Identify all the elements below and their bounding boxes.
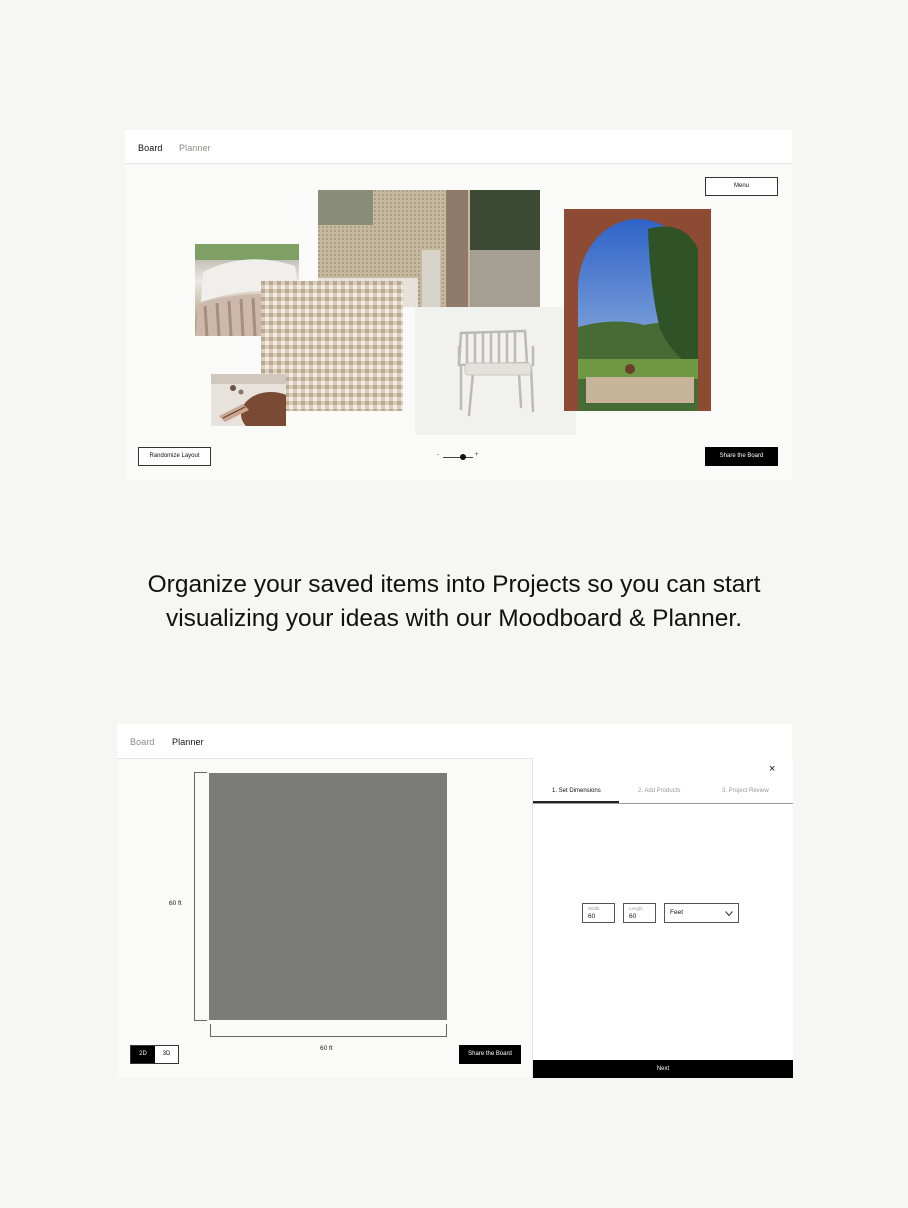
menu-button[interactable]: Menu — [705, 177, 778, 196]
unit-select-value: Feet — [670, 909, 684, 916]
close-icon[interactable]: × — [769, 764, 775, 775]
width-dimension-label: 60 ft — [320, 1045, 333, 1052]
headline-line-1: Organize your saved items into Projects … — [147, 571, 761, 598]
tab-planner[interactable]: Planner — [172, 737, 204, 747]
zoom-handle[interactable] — [460, 454, 466, 460]
moodboard-tabbar: Board Planner — [125, 130, 792, 164]
width-field[interactable]: Width 60 — [582, 903, 615, 923]
headline: Organize your saved items into Projects … — [0, 568, 908, 636]
length-field-label: Length — [629, 906, 643, 911]
width-field-label: Width — [588, 906, 600, 911]
width-bracket — [210, 1024, 447, 1037]
table-photo — [211, 374, 286, 426]
headline-line-2: visualizing your ideas with our Moodboar… — [165, 605, 743, 632]
length-field-value: 60 — [629, 913, 637, 920]
height-dimension-label: 60 ft — [169, 900, 182, 907]
moodboard-image-table[interactable] — [211, 374, 286, 426]
page: { "board_panel": { "tabs": [ {"label": "… — [0, 0, 908, 1208]
moodboard-image-chair[interactable] — [415, 307, 576, 435]
width-field-value: 60 — [588, 913, 596, 920]
zoom-track[interactable] — [443, 457, 473, 458]
tab-planner[interactable]: Planner — [179, 143, 211, 153]
zoom-out-button[interactable]: - — [437, 452, 439, 458]
step-tab-add-products[interactable]: 2. Add Products — [638, 788, 680, 794]
tab-board[interactable]: Board — [138, 143, 163, 153]
zoom-slider[interactable]: - + — [437, 451, 481, 463]
planner-sidebar: × 1. Set Dimensions 2. Add Products 3. P… — [532, 758, 793, 1078]
planner-share-board-button[interactable]: Share the Board — [459, 1045, 521, 1064]
randomize-layout-button[interactable]: Randomize Layout — [138, 447, 211, 466]
zoom-in-button[interactable]: + — [475, 452, 479, 458]
planner-panel: Board Planner 60 ft 60 ft 2D 3D Share th… — [117, 724, 793, 1078]
length-field[interactable]: Length 60 — [623, 903, 656, 923]
step-active-indicator — [533, 801, 619, 803]
step-tab-set-dimensions[interactable]: 1. Set Dimensions — [552, 788, 601, 794]
planner-tabbar: Board Planner — [117, 724, 792, 759]
tab-board[interactable]: Board — [130, 737, 155, 747]
view-toggle: 2D 3D — [130, 1045, 179, 1064]
chair-photo — [457, 329, 535, 417]
arch-photo — [564, 209, 711, 411]
view-2d-button[interactable]: 2D — [131, 1046, 155, 1063]
step-tab-project-review[interactable]: 3. Project Review — [722, 788, 769, 794]
height-bracket — [194, 772, 207, 1021]
room-floor[interactable] — [209, 773, 447, 1020]
moodboard-image-arch[interactable] — [564, 209, 711, 411]
view-3d-button[interactable]: 3D — [155, 1046, 178, 1063]
moodboard-panel: Board Planner Menu Randomize Layout - + … — [125, 130, 792, 480]
next-button[interactable]: Next — [533, 1060, 793, 1078]
chevron-down-icon — [725, 911, 733, 917]
unit-select[interactable]: Feet — [664, 903, 739, 923]
share-board-button[interactable]: Share the Board — [705, 447, 778, 466]
step-tabs: 1. Set Dimensions 2. Add Products 3. Pro… — [533, 782, 793, 804]
